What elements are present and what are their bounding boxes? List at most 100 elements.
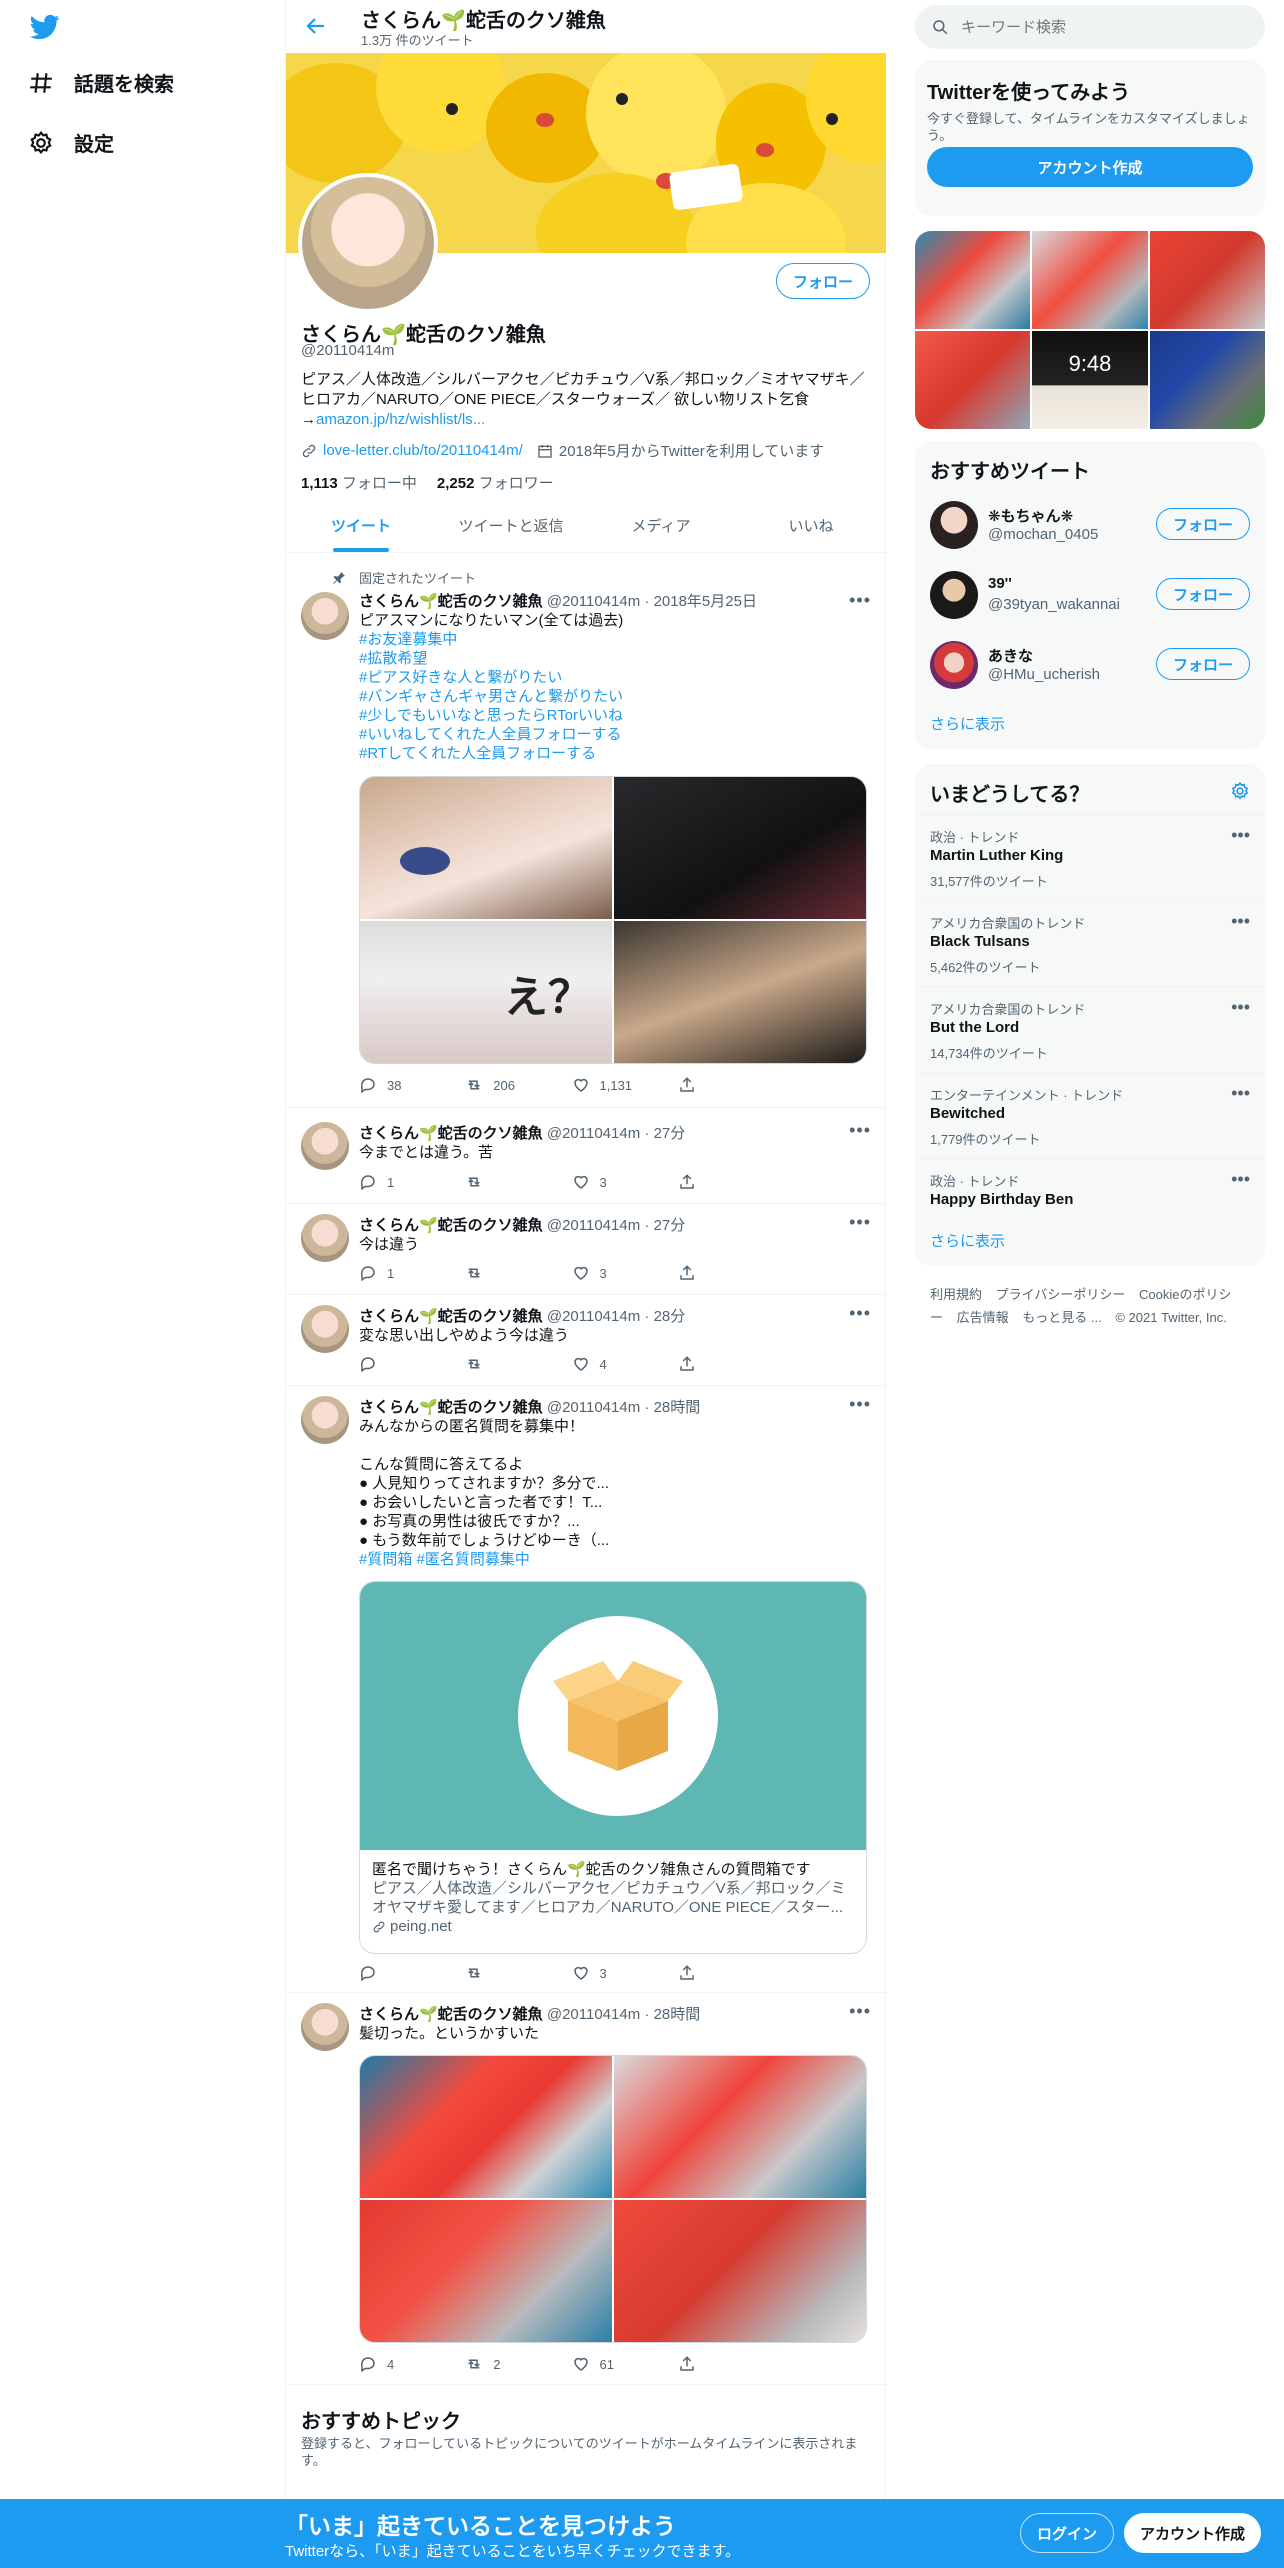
tweet-pinned[interactable]: 固定されたツイート ••• さくらん🌱蛇舌のクソ雑魚 @20110414m · … [286,554,886,1108]
media-thumb[interactable]: 9:48 [1032,331,1148,429]
show-more-link[interactable]: さらに表示 [930,713,1005,734]
trend-item[interactable]: 政治 · トレンド Happy Birthday Ben ••• [915,1158,1265,1222]
back-arrow-icon[interactable] [304,14,328,38]
more-icon[interactable]: ••• [1231,1083,1250,1104]
trend-item[interactable]: エンターテインメント · トレンド Bewitched 1,779件のツイート ••• [915,1072,1265,1158]
tweet-photo[interactable] [614,2200,866,2342]
tweet-author-name[interactable]: さくらん🌱蛇舌のクソ雑魚 [359,1217,543,1234]
tab-media[interactable]: メディア [586,500,736,552]
media-thumb[interactable] [1032,231,1148,329]
tweet-avatar[interactable] [301,1122,349,1170]
retweet-button[interactable]: 2 [465,2355,571,2373]
retweet-button[interactable]: 206 [465,1076,571,1094]
tweet-time[interactable]: 28時間 [654,1399,701,1416]
nav-settings[interactable]: 設定 [28,128,114,157]
tweet-avatar[interactable] [301,1305,349,1353]
tweet-photo[interactable] [360,2200,612,2342]
tweet-author-name[interactable]: さくらん🌱蛇舌のクソ雑魚 [359,1125,543,1142]
reply-button[interactable] [359,1355,465,1373]
retweet-button[interactable] [465,1264,571,1282]
hashtag[interactable]: #ピアス好きな人と繋がりたい [359,668,871,687]
hashtag[interactable]: #いいねしてくれた人全員フォローする [359,725,871,744]
hashtag[interactable]: #少しでもいいなと思ったらRTorいいね [359,706,871,725]
tweet-author-handle[interactable]: @20110414m [547,1217,640,1234]
nav-explore[interactable]: 話題を検索 [28,68,174,97]
tab-tweets[interactable]: ツイート [286,500,436,552]
media-thumb[interactable] [1149,331,1265,429]
login-button[interactable]: ログイン [1020,2513,1115,2553]
trend-item[interactable]: アメリカ合衆国のトレンド But the Lord 14,734件のツイート ••• [915,986,1265,1072]
reply-button[interactable]: 4 [359,2355,465,2373]
tweet-photo[interactable]: え？ [360,921,612,1063]
hashtag[interactable]: #バンギャさんギャ男さんと繋がりたい [359,687,871,706]
share-button[interactable] [678,2355,784,2373]
more-icon[interactable]: ••• [1231,825,1250,846]
tweet-photo[interactable] [614,777,866,919]
share-button[interactable] [678,1355,784,1373]
more-icon[interactable]: ••• [1231,997,1250,1018]
like-button[interactable]: 1,131 [572,1076,678,1094]
tweet-photo[interactable] [360,777,612,919]
hashtag[interactable]: #RTしてくれた人全員フォローする [359,744,871,763]
gear-icon[interactable] [1230,781,1250,801]
tweet[interactable]: ••• さくらん🌱蛇舌のクソ雑魚 @20110414m · 27分 今までとは違… [286,1108,886,1204]
privacy-link[interactable]: プライバシーポリシー [996,1287,1126,1302]
tweet-avatar[interactable] [301,2003,349,2051]
follow-button[interactable]: フォロー [1155,578,1250,610]
media-thumb[interactable] [915,331,1031,429]
share-button[interactable] [678,1173,784,1191]
terms-link[interactable]: 利用規約 [930,1287,982,1302]
share-button[interactable] [678,1964,784,1982]
tweet-photo[interactable] [360,2056,612,2198]
reply-button[interactable]: 38 [359,1076,465,1094]
like-button[interactable]: 3 [572,1173,678,1191]
media-thumb[interactable] [915,231,1031,329]
signup-button[interactable]: アカウント作成 [927,147,1253,187]
reply-button[interactable]: 1 [359,1173,465,1191]
tweet-author-handle[interactable]: @20110414m [547,1308,640,1325]
tab-tweets-replies[interactable]: ツイートと返信 [436,500,586,552]
tweet-time[interactable]: 27分 [654,1217,686,1234]
tweet-author-name[interactable]: さくらん🌱蛇舌のクソ雑魚 [359,1308,543,1325]
tweet-avatar[interactable] [301,1214,349,1262]
like-button[interactable]: 3 [572,1964,678,1982]
tweet-author-name[interactable]: さくらん🌱蛇舌のクソ雑魚 [359,1399,543,1416]
hashtag[interactable]: #お友達募集中 [359,630,871,649]
avatar[interactable] [930,641,978,689]
ads-link[interactable]: 広告情報 [957,1310,1009,1325]
tweet-author-handle[interactable]: @20110414m [547,593,640,610]
show-more-link[interactable]: さらに表示 [930,1230,1005,1251]
tweet[interactable]: ••• さくらん🌱蛇舌のクソ雑魚 @20110414m · 28時間 髪切った。… [286,1993,886,2385]
media-thumb[interactable] [1149,231,1265,329]
reply-button[interactable]: 1 [359,1264,465,1282]
search-bar[interactable] [915,5,1265,49]
tweet-avatar[interactable] [301,1396,349,1444]
share-button[interactable] [678,1076,784,1094]
follow-button[interactable]: フォロー [775,263,870,299]
tweet-time[interactable]: 2018年5月25日 [654,593,757,610]
tweet-media-grid[interactable]: え？ [359,776,867,1064]
retweet-button[interactable] [465,1964,571,1982]
more-icon[interactable]: ••• [1231,911,1250,932]
profile-avatar[interactable] [298,173,438,313]
tweet-author-handle[interactable]: @20110414m [547,1399,640,1416]
like-button[interactable]: 4 [572,1355,678,1373]
wishlist-link[interactable]: amazon.jp/hz/wishlist/ls... [316,411,485,428]
recommended-user[interactable]: あきな @HMu_ucherish フォロー [915,630,1265,700]
tweet-author-handle[interactable]: @20110414m [547,2006,640,2023]
more-link[interactable]: もっと見る ... [1022,1310,1101,1325]
signup-button[interactable]: アカウント作成 [1124,2513,1262,2553]
like-button[interactable]: 61 [572,2355,678,2373]
tweet[interactable]: ••• さくらん🌱蛇舌のクソ雑魚 @20110414m · 27分 今は違う 1… [286,1204,886,1295]
share-button[interactable] [678,1264,784,1282]
tweet-photo[interactable] [614,2056,866,2198]
tweet-photo[interactable] [614,921,866,1063]
twitter-bird-icon[interactable] [28,12,64,48]
avatar[interactable] [930,501,978,549]
following-link[interactable]: 1,113 フォロー中 [301,472,417,493]
follow-button[interactable]: フォロー [1155,508,1250,540]
tweet-time[interactable]: 27分 [654,1125,686,1142]
trend-item[interactable]: アメリカ合衆国のトレンド Black Tulsans 5,462件のツイート ••• [915,900,1265,986]
follow-button[interactable]: フォロー [1155,648,1250,680]
trend-item[interactable]: 政治 · トレンド Martin Luther King 31,577件のツイート •… [915,814,1265,900]
